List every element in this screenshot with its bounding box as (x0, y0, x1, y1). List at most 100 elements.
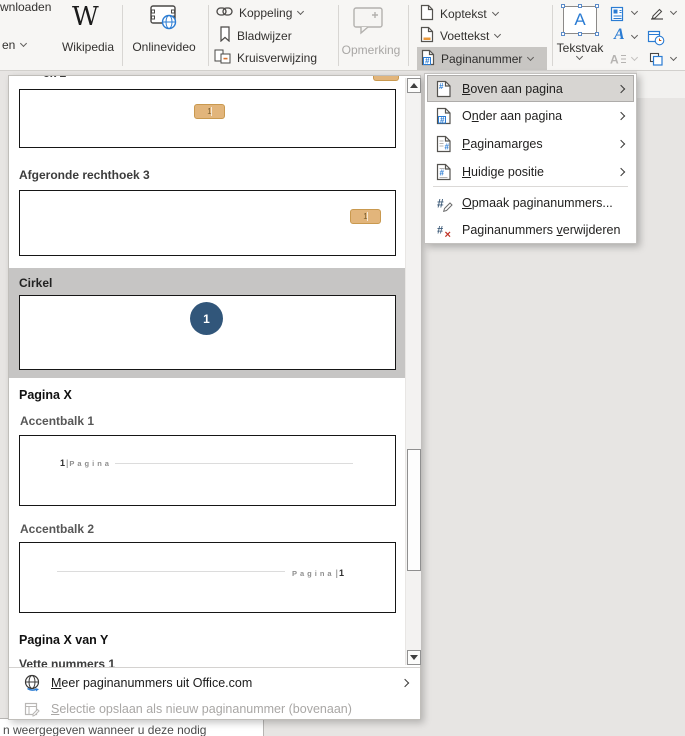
svg-text:#: # (437, 196, 444, 210)
gallery-item-label: Cirkel (19, 276, 53, 290)
footer-item-more-from-office[interactable]: Meer paginanummers uit Office.com (9, 669, 420, 697)
gallery-item-label: Accentbalk 2 (20, 522, 95, 536)
gallery-category-header: Pagina X van Y (19, 633, 109, 647)
page-number-bottom-icon: # (435, 107, 453, 125)
wikipedia-icon: W (72, 2, 99, 32)
triangle-down-icon (410, 655, 418, 660)
online-video-icon (149, 4, 179, 35)
page-number-circle: 1 (190, 302, 223, 335)
svg-text:#: # (425, 56, 430, 65)
ribbon: wnloaden en W Wikipedia Onlinevideo Kopp… (0, 0, 685, 71)
globe-office-icon (21, 674, 43, 692)
signature-line-button[interactable] (649, 6, 665, 26)
page-number-pill: 1 (194, 104, 225, 119)
bookmark-icon (219, 26, 231, 45)
chevron-down-icon (494, 30, 502, 39)
wordart-button[interactable]: A (614, 26, 625, 44)
submenu-arrow-icon (400, 678, 410, 688)
gallery-item-label: Vette nummers 1 (19, 657, 116, 667)
cut-group-label-top: wnloaden (0, 0, 52, 14)
scroll-down-button[interactable] (407, 650, 421, 665)
tekstvak-icon: A (561, 4, 599, 36)
chevron-down-icon[interactable] (669, 7, 678, 16)
opmerking-button-disabled: Opmerking (338, 0, 404, 71)
comment-icon (352, 5, 386, 40)
quick-parts-button[interactable] (610, 6, 625, 27)
onlinevideo-button[interactable]: Onlinevideo (124, 0, 204, 71)
svg-text:×: × (444, 229, 450, 239)
date-time-button[interactable] (647, 29, 665, 51)
submenu-arrow-icon (616, 167, 626, 176)
gallery-scrollbar[interactable] (405, 78, 421, 665)
chevron-down-icon (491, 8, 499, 17)
accent-line (57, 571, 285, 572)
object-button[interactable] (649, 52, 664, 72)
gallery-item-label: Afgeronde rechthoek 3 (19, 168, 150, 182)
chevron-down-icon (20, 39, 28, 48)
chevron-down-icon (297, 7, 305, 16)
background-strip (637, 71, 685, 98)
koptekst-button[interactable]: Koptekst (420, 4, 499, 24)
remove-page-numbers-icon: # × (435, 221, 453, 239)
svg-text:#: # (437, 224, 443, 236)
current-position-icon: # (435, 163, 453, 181)
page-margins-icon: # (435, 135, 453, 153)
page-number-gallery: ek 2 1 Afgeronde rechthoek 3 1 Cirkel 1 … (8, 75, 421, 720)
gallery-footer-separator (9, 667, 420, 668)
save-selection-icon (21, 701, 43, 717)
gallery-item-label: Accentbalk 1 (20, 414, 95, 428)
menu-item-huidige-positie[interactable]: # Huidige positie (427, 158, 634, 185)
chevron-down-icon (527, 53, 535, 61)
voettekst-button[interactable]: Voettekst (420, 26, 502, 46)
koppeling-button[interactable]: Koppeling (216, 5, 305, 21)
accent-bar-text: 1|Pagina (60, 458, 112, 468)
chevron-down-icon[interactable] (630, 31, 639, 40)
submenu-arrow-icon (616, 111, 626, 120)
cut-group-button[interactable]: en (2, 38, 28, 52)
chevron-down-icon[interactable] (669, 53, 678, 62)
gallery-item-accentbalk-2-preview[interactable]: Pagina|1 (19, 542, 396, 613)
gallery-item-cirkel-selected[interactable]: Cirkel 1 (9, 268, 405, 378)
gallery-item-cirkel-preview: 1 (19, 295, 396, 370)
wikipedia-button[interactable]: W Wikipedia (58, 0, 118, 71)
bladwijzer-button[interactable]: Bladwijzer (219, 26, 292, 45)
menu-item-onder-aan-pagina[interactable]: # Onder aan pagina (427, 102, 634, 129)
header-icon (420, 4, 434, 24)
clipped-preview-accent (373, 76, 399, 81)
scroll-up-button[interactable] (407, 78, 421, 93)
gallery-item-accentbalk-1-preview[interactable]: 1|Pagina (19, 435, 396, 506)
svg-text:#: # (439, 82, 444, 91)
svg-text:A: A (610, 53, 619, 66)
page-number-top-icon: # (435, 80, 453, 98)
gallery-item-rounded-rect-2-preview[interactable]: 1 (19, 89, 396, 148)
link-icon (216, 5, 233, 21)
page-number-pill: 1 (350, 209, 381, 224)
menu-item-paginamarges[interactable]: # Paginamarges (427, 130, 634, 157)
menu-item-paginanummers-verwijderen[interactable]: # × Paginanummers verwijderen (427, 216, 634, 243)
word-window: wnloaden en W Wikipedia Onlinevideo Kopp… (0, 0, 685, 736)
accent-line (115, 463, 353, 464)
paginanummer-button-pressed[interactable]: # Paginanummer (417, 47, 547, 70)
gallery-scroll-area: ek 2 1 Afgeronde rechthoek 3 1 Cirkel 1 … (9, 76, 405, 667)
kruisverwijzing-button[interactable]: Kruisverwijzing (214, 49, 317, 67)
svg-text:#: # (445, 142, 450, 151)
submenu-arrow-icon (616, 139, 626, 148)
menu-item-boven-aan-pagina[interactable]: # Boven aan pagina (427, 75, 634, 102)
format-page-numbers-icon: # (435, 194, 453, 212)
menu-separator (433, 186, 628, 187)
accent-bar-text: Pagina|1 (292, 568, 344, 578)
gallery-category-header: Pagina X (19, 388, 72, 402)
paginanummer-dropdown-menu: # Boven aan pagina # Onder aan pagina # … (424, 73, 637, 244)
submenu-arrow-icon (616, 84, 626, 93)
svg-text:#: # (440, 168, 445, 177)
footer-icon (420, 26, 434, 46)
chevron-down-icon[interactable] (630, 7, 639, 16)
clipped-label-fragment: ek 2 (43, 76, 73, 79)
scrollbar-thumb[interactable] (407, 449, 421, 571)
cross-reference-icon (214, 49, 231, 67)
gallery-item-rounded-rect-3-preview[interactable]: 1 (19, 190, 396, 256)
drop-cap-button-disabled: A (610, 52, 627, 70)
menu-item-opmaak-paginanummers[interactable]: # Opmaak paginanummers... (427, 189, 634, 216)
page-number-icon: # (421, 49, 435, 69)
svg-text:#: # (440, 115, 445, 124)
